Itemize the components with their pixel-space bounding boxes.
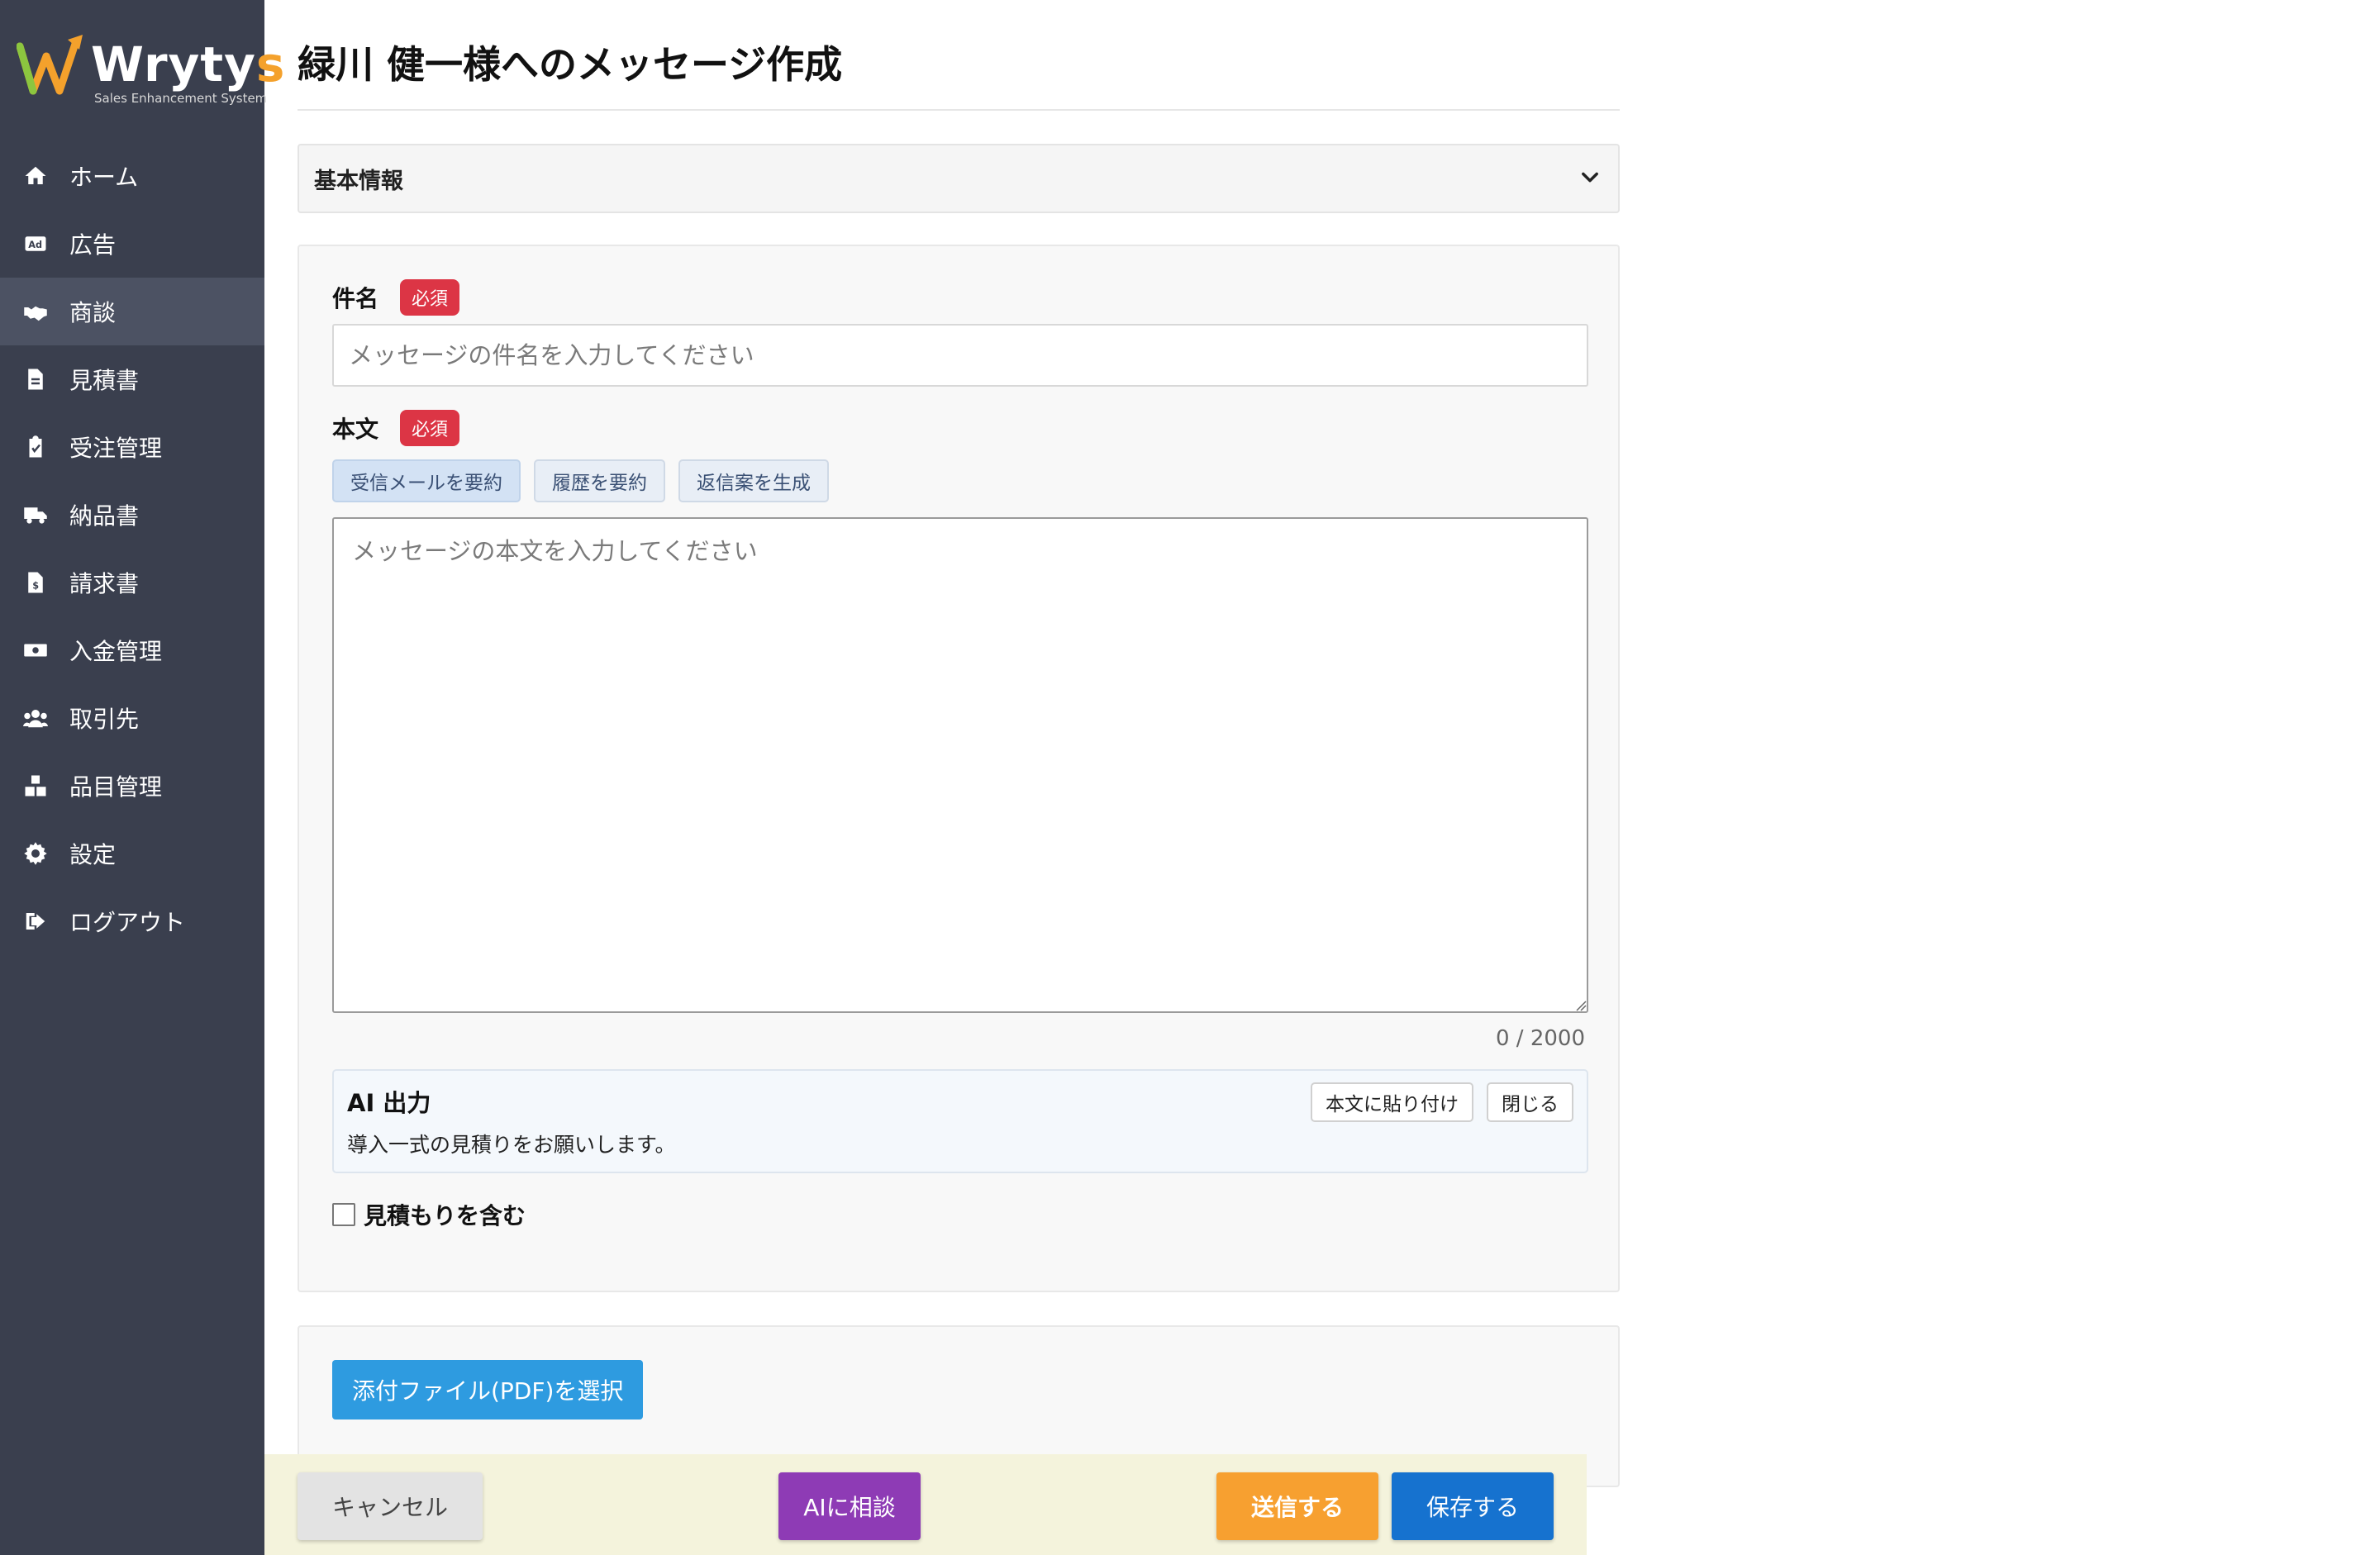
- sidebar-item-label: 見積書: [69, 367, 140, 394]
- select-attachment-button[interactable]: 添付ファイル(PDF)を選択: [332, 1360, 644, 1419]
- svg-text:$: $: [32, 581, 39, 592]
- sidebar-item-label: 品目管理: [69, 773, 163, 801]
- brand-name: Wrytys: [91, 36, 286, 93]
- chevron-down-icon[interactable]: [1578, 165, 1602, 192]
- ai-consult-button[interactable]: AIに相談: [778, 1472, 921, 1540]
- sidebar-item-deals[interactable]: 商談: [0, 278, 264, 345]
- character-counter: 0 / 2000: [1496, 1026, 1585, 1051]
- sidebar-item-label: 広告: [69, 231, 117, 259]
- sidebar-nav: ホーム Ad 広告 商談 見積書 受注管理 納品書 $ 請求書 入金管理 取引先…: [0, 142, 264, 955]
- ai-output-panel: AI 出力 本文に貼り付け 閉じる 導入一式の見積りをお願いします。: [332, 1069, 1588, 1173]
- ai-output-actions: 本文に貼り付け 閉じる: [1311, 1082, 1573, 1122]
- send-button[interactable]: 送信する: [1216, 1472, 1378, 1540]
- sidebar-item-label: 設定: [69, 841, 117, 868]
- logo-w-icon: [17, 35, 83, 95]
- home-icon: [21, 162, 50, 190]
- resize-grip-icon[interactable]: [1575, 1000, 1587, 1011]
- sidebar-item-label: 納品書: [69, 502, 140, 530]
- ai-assist-buttons: 受信メールを要約 履歴を要約 返信案を生成: [332, 459, 829, 502]
- page-title: 緑川 健一様へのメッセージ作成: [298, 42, 843, 87]
- sidebar-item-invoices[interactable]: $ 請求書: [0, 549, 264, 616]
- title-divider: [298, 109, 1620, 111]
- sidebar-item-estimates[interactable]: 見積書: [0, 345, 264, 413]
- message-form-card: 件名 必須 本文 必須 受信メールを要約 履歴を要約 返信案を生成 0 / 20…: [298, 245, 1620, 1292]
- truck-icon: [21, 501, 50, 529]
- sidebar-item-label: 入金管理: [69, 638, 163, 665]
- ai-output-text: 導入一式の見積りをお願いします。: [347, 1133, 676, 1157]
- include-estimate-checkbox[interactable]: [332, 1203, 355, 1226]
- body-label: 本文: [332, 416, 379, 443]
- required-badge: 必須: [400, 279, 460, 316]
- sidebar-item-label: 請求書: [69, 570, 140, 597]
- body-label-row: 本文 必須: [332, 410, 460, 446]
- sidebar: Wrytys Sales Enhancement System ホーム Ad 広…: [0, 0, 284, 1555]
- cancel-button[interactable]: キャンセル: [298, 1472, 483, 1540]
- ai-output-title: AI 出力: [347, 1089, 431, 1117]
- close-ai-output-button[interactable]: 閉じる: [1487, 1082, 1573, 1122]
- sidebar-item-label: 商談: [69, 299, 117, 326]
- basic-info-title: 基本情報: [314, 168, 403, 194]
- sidebar-item-payments[interactable]: 入金管理: [0, 616, 264, 684]
- sidebar-item-home[interactable]: ホーム: [0, 142, 264, 210]
- required-badge: 必須: [400, 410, 460, 446]
- summarize-inbox-button[interactable]: 受信メールを要約: [332, 459, 521, 502]
- paste-to-body-button[interactable]: 本文に貼り付け: [1311, 1082, 1473, 1122]
- sidebar-item-clients[interactable]: 取引先: [0, 684, 264, 752]
- brand-tagline: Sales Enhancement System: [94, 91, 268, 106]
- clipboard-check-icon: [21, 433, 50, 461]
- subject-label: 件名: [332, 285, 379, 312]
- action-bar: キャンセル AIに相談 送信する 保存する: [264, 1454, 1587, 1555]
- sidebar-item-label: ホーム: [69, 164, 139, 191]
- subject-input[interactable]: [332, 324, 1588, 387]
- money-icon: [21, 636, 50, 664]
- users-icon: [21, 704, 50, 732]
- include-estimate-label: 見積もりを含む: [364, 1202, 526, 1229]
- sidebar-item-label: ログアウト: [69, 909, 186, 936]
- handshake-icon: [21, 297, 50, 326]
- logout-icon: [21, 907, 50, 935]
- svg-text:Ad: Ad: [28, 240, 42, 250]
- sidebar-item-logout[interactable]: ログアウト: [0, 887, 264, 955]
- body-textarea[interactable]: [332, 517, 1588, 1013]
- document-icon: [21, 365, 50, 393]
- sidebar-item-orders[interactable]: 受注管理: [0, 413, 264, 481]
- subject-label-row: 件名 必須: [332, 279, 460, 316]
- sidebar-item-settings[interactable]: 設定: [0, 820, 264, 887]
- sidebar-item-label: 取引先: [69, 706, 140, 733]
- brand-logo[interactable]: Wrytys Sales Enhancement System: [17, 33, 284, 107]
- basic-info-accordion[interactable]: 基本情報: [298, 144, 1620, 213]
- save-button[interactable]: 保存する: [1392, 1472, 1554, 1540]
- sidebar-item-products[interactable]: 品目管理: [0, 752, 264, 820]
- generate-reply-button[interactable]: 返信案を生成: [678, 459, 829, 502]
- ad-icon: Ad: [21, 230, 50, 258]
- include-estimate-option[interactable]: 見積もりを含む: [332, 1198, 526, 1231]
- sidebar-item-ads[interactable]: Ad 広告: [0, 210, 264, 278]
- sidebar-item-label: 受注管理: [69, 435, 163, 462]
- gear-icon: [21, 839, 50, 868]
- invoice-icon: $: [21, 568, 50, 597]
- sidebar-item-delivery[interactable]: 納品書: [0, 481, 264, 549]
- summarize-history-button[interactable]: 履歴を要約: [534, 459, 665, 502]
- boxes-icon: [21, 772, 50, 800]
